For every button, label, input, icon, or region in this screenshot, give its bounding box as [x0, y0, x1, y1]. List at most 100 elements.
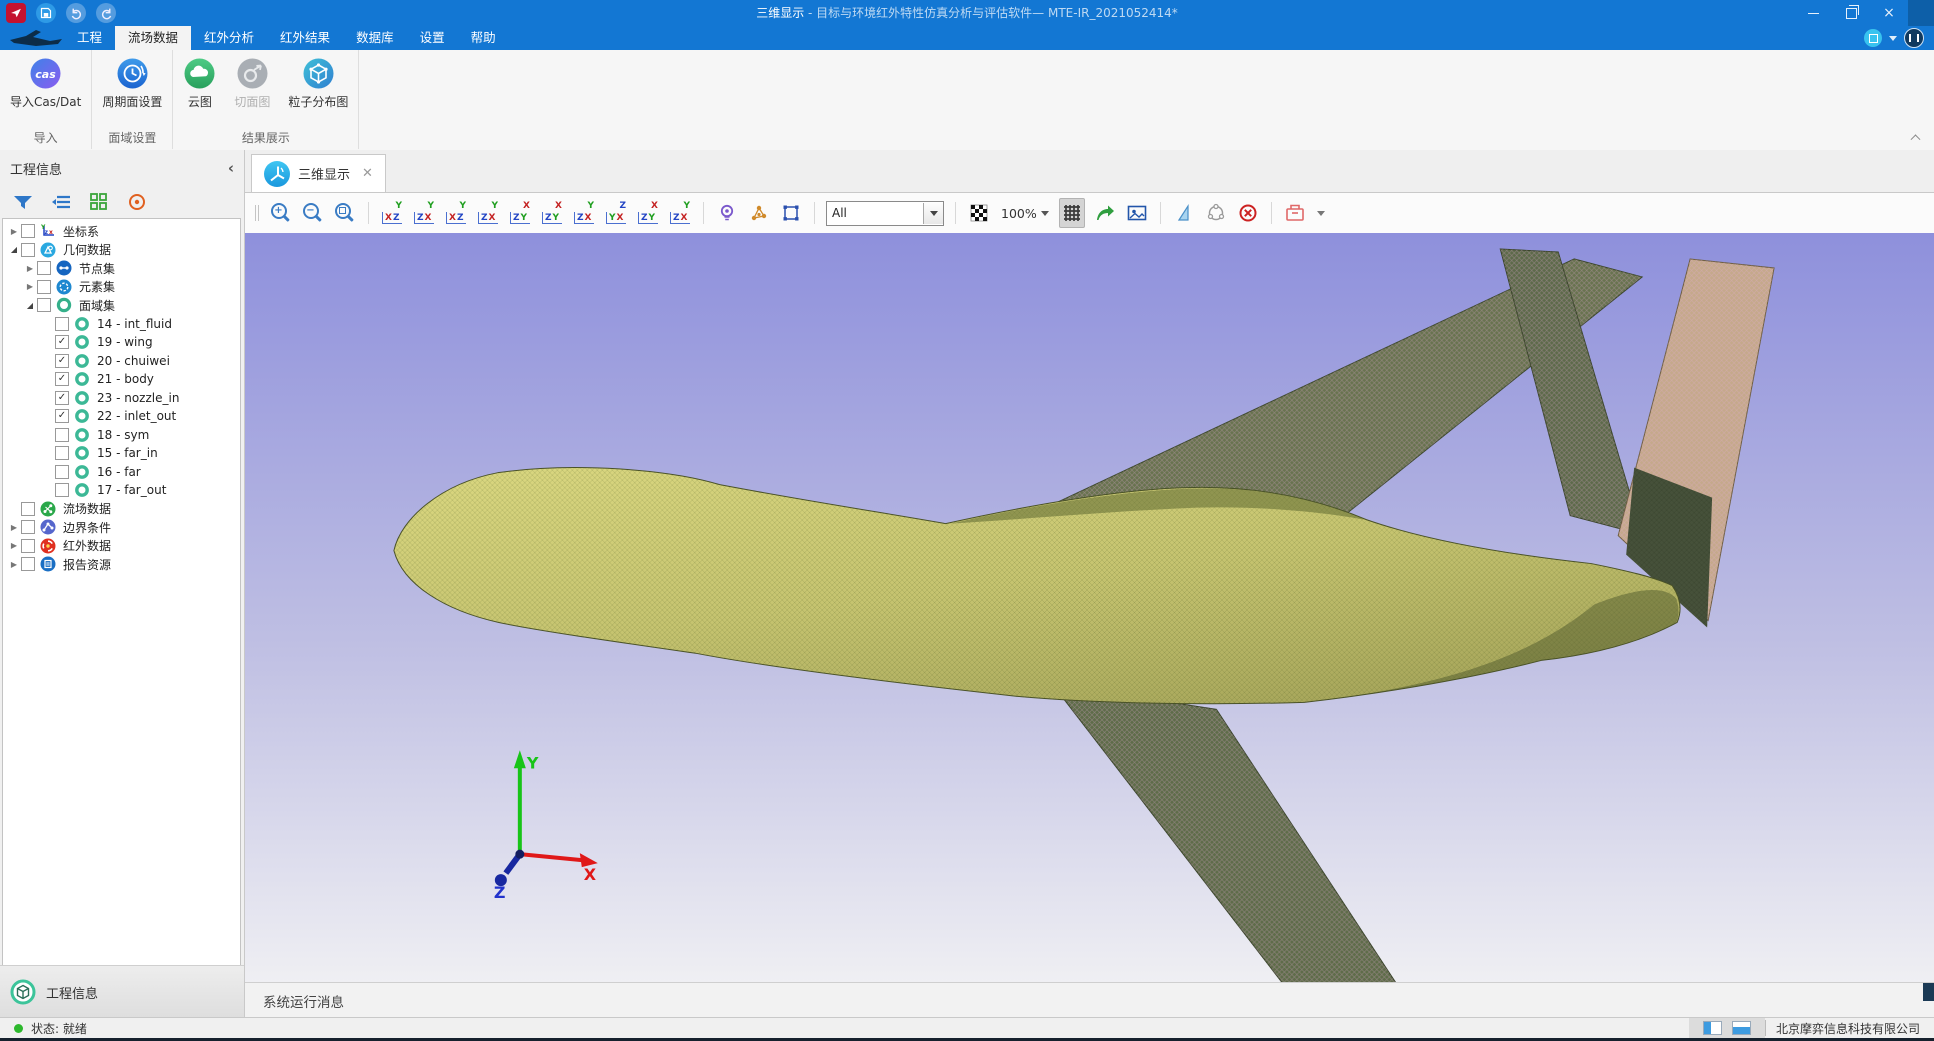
tree-item[interactable]: ▶Yzx坐标系	[3, 222, 240, 241]
toolbar-cancel-button[interactable]	[1236, 199, 1260, 227]
tree-item[interactable]: 17 - far_out	[3, 481, 240, 500]
tree-checkbox[interactable]: ✓	[55, 335, 69, 349]
about-icon[interactable]	[1904, 28, 1924, 48]
tree-checkbox[interactable]	[37, 298, 51, 312]
toolbar-zoom-fit-button[interactable]	[333, 199, 357, 227]
tree-checkbox[interactable]	[37, 280, 51, 294]
display-filter-combobox[interactable]: All	[826, 201, 944, 226]
restore-button[interactable]	[1832, 0, 1870, 26]
tree-item[interactable]: ✓19 - wing	[3, 333, 240, 352]
tree-item[interactable]: ◢面域集	[3, 296, 240, 315]
menu-flow-data[interactable]: 流场数据	[115, 26, 191, 50]
tree-item[interactable]: ✓22 - inlet_out	[3, 407, 240, 426]
expander-icon[interactable]: ▶	[23, 282, 37, 291]
tree-checkbox[interactable]	[55, 465, 69, 479]
toolbar-checker-button[interactable]	[967, 199, 991, 227]
view-orientation-4-button[interactable]: YZX	[476, 199, 500, 227]
toolbar-molecule-button[interactable]	[747, 199, 771, 227]
periodic-surface-button[interactable]: 周期面设置	[98, 55, 166, 112]
tree-checkbox[interactable]	[55, 483, 69, 497]
toolbar-grid-button[interactable]	[1059, 198, 1085, 228]
tree-item[interactable]: 16 - far	[3, 463, 240, 482]
app-logo-button[interactable]	[6, 3, 26, 23]
viewport-3d[interactable]: Y X Z	[245, 233, 1934, 983]
view-orientation-9-button[interactable]: XZY	[636, 199, 660, 227]
tree-item[interactable]: ✓20 - chuiwei	[3, 352, 240, 371]
undo-button[interactable]	[66, 3, 86, 23]
panel-bottom-tab[interactable]: 工程信息	[0, 965, 244, 1018]
tree-checkbox[interactable]	[55, 428, 69, 442]
tree-item[interactable]: ✓21 - body	[3, 370, 240, 389]
expander-icon[interactable]: ▶	[23, 264, 37, 273]
chevron-down-icon[interactable]	[1889, 36, 1897, 41]
toolbar-mirror-button[interactable]	[1172, 199, 1196, 227]
toolbar-zoom-in-button[interactable]: +	[269, 199, 293, 227]
tree-checkbox[interactable]	[55, 317, 69, 331]
cloud-map-button[interactable]: 云图	[179, 55, 220, 112]
tree-checkbox[interactable]	[21, 539, 35, 553]
tree-checkbox[interactable]: ✓	[55, 409, 69, 423]
combobox-dropdown-button[interactable]	[923, 203, 943, 224]
tree-checkbox[interactable]	[55, 446, 69, 460]
tree-item[interactable]: ▶元素集	[3, 278, 240, 297]
menu-ir-analysis[interactable]: 红外分析	[191, 26, 267, 50]
view-orientation-8-button[interactable]: ZYX	[604, 199, 628, 227]
expander-icon[interactable]: ▶	[7, 227, 21, 236]
expander-icon[interactable]: ◢	[23, 301, 37, 310]
tab-close-icon[interactable]: ✕	[362, 166, 373, 181]
tree-checkbox[interactable]: ✓	[55, 372, 69, 386]
toolbar-snapshot-button[interactable]	[1125, 199, 1149, 227]
toolbar-zoom-out-button[interactable]: −	[301, 199, 325, 227]
view-orientation-1-button[interactable]: YXZ	[380, 199, 404, 227]
minimize-button[interactable]	[1794, 0, 1832, 26]
panel-tool-grid-icon[interactable]	[88, 192, 110, 212]
tree-checkbox[interactable]	[21, 557, 35, 571]
view-orientation-3-button[interactable]: YXZ	[444, 199, 468, 227]
expander-icon[interactable]: ▶	[7, 560, 21, 569]
view-orientation-10-button[interactable]: YZX	[668, 199, 692, 227]
menu-database[interactable]: 数据库	[343, 26, 407, 50]
zoom-level-dropdown[interactable]: 100%	[999, 206, 1051, 221]
toolbar-select-region-button[interactable]	[779, 199, 803, 227]
toolbar-share-arrow-button[interactable]	[1093, 199, 1117, 227]
expander-icon[interactable]: ▶	[7, 523, 21, 532]
tree-checkbox[interactable]: ✓	[55, 391, 69, 405]
toolbar-drag-handle[interactable]	[255, 205, 259, 221]
aircraft-model-3d[interactable]: Y X Z	[245, 233, 1934, 983]
view-orientation-5-button[interactable]: XZY	[508, 199, 532, 227]
panel-tool-filter-icon[interactable]	[12, 192, 34, 212]
tree-checkbox[interactable]	[37, 261, 51, 275]
tree-item[interactable]: ▶报告资源	[3, 555, 240, 574]
view-orientation-2-button[interactable]: YZX	[412, 199, 436, 227]
view-orientation-6-button[interactable]: XZY	[540, 199, 564, 227]
expander-icon[interactable]: ▶	[7, 541, 21, 550]
tree-item[interactable]: ▶节点集	[3, 259, 240, 278]
layout-horizontal-icon[interactable]	[1732, 1021, 1751, 1035]
style-switcher-icon[interactable]	[1864, 29, 1882, 47]
tree-item[interactable]: ▶边界条件	[3, 518, 240, 537]
tree-checkbox[interactable]	[21, 502, 35, 516]
tab-3d-view[interactable]: 三维显示 ✕	[251, 154, 386, 192]
tree-item[interactable]: 18 - sym	[3, 426, 240, 445]
expander-icon[interactable]: ◢	[7, 245, 21, 254]
panel-tool-target-icon[interactable]	[126, 192, 148, 212]
tree-item[interactable]: 流场数据	[3, 500, 240, 519]
tree-item[interactable]: ✓23 - nozzle_in	[3, 389, 240, 408]
particle-distribution-button[interactable]: 粒子分布图	[284, 55, 352, 112]
view-orientation-7-button[interactable]: YZX	[572, 199, 596, 227]
layout-vertical-icon[interactable]	[1703, 1021, 1722, 1035]
export-options-caret-icon[interactable]	[1317, 211, 1325, 216]
close-button[interactable]: ×	[1870, 0, 1908, 26]
tree-checkbox[interactable]	[21, 224, 35, 238]
tree-item[interactable]: 15 - far_in	[3, 444, 240, 463]
menu-ir-results[interactable]: 红外结果	[267, 26, 343, 50]
toolbar-light-button[interactable]	[715, 199, 739, 227]
toolbar-export-box-button[interactable]	[1283, 199, 1307, 227]
panel-tool-list-icon[interactable]	[50, 192, 72, 212]
tree-item[interactable]: ◢几何数据	[3, 241, 240, 260]
tree-checkbox[interactable]	[21, 243, 35, 257]
tree-item[interactable]: 14 - int_fluid	[3, 315, 240, 334]
panel-collapse-arrow[interactable]: ‹	[228, 161, 234, 175]
import-cas-dat-button[interactable]: cas导入Cas/Dat	[6, 55, 85, 112]
tree-checkbox[interactable]: ✓	[55, 354, 69, 368]
